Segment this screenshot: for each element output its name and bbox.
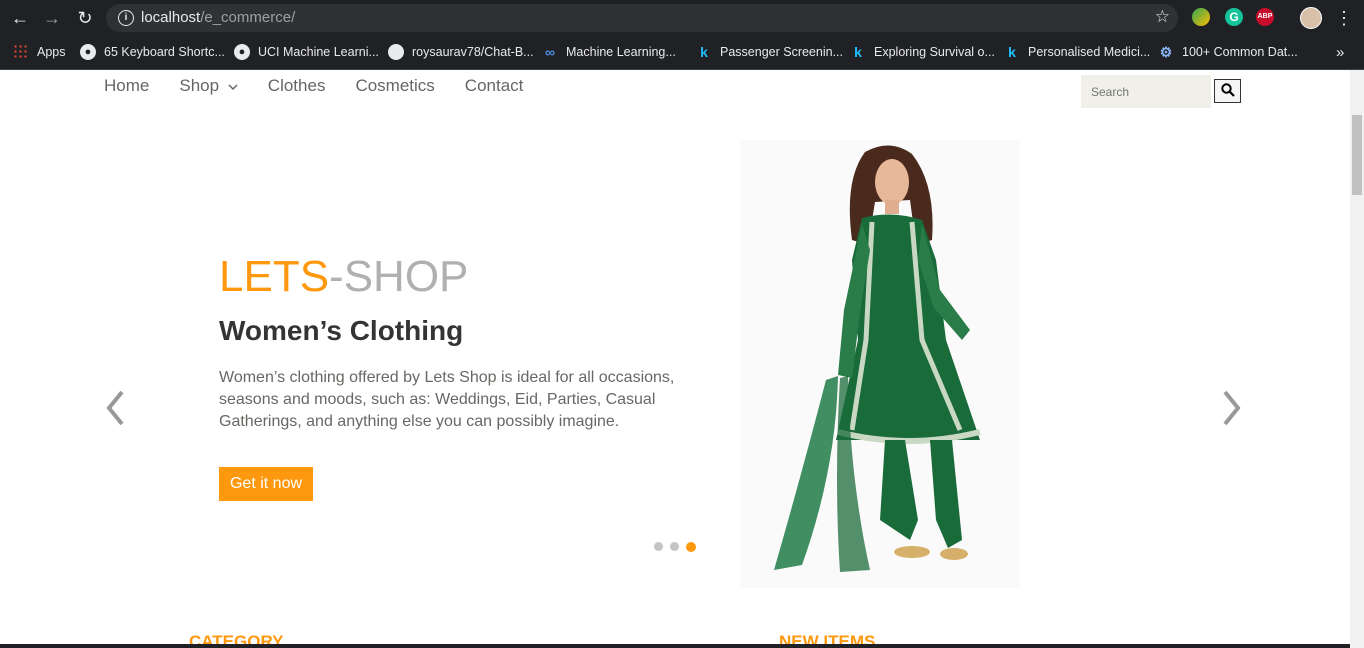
bookmark-label: Passenger Screenin... bbox=[720, 45, 843, 59]
profile-avatar[interactable] bbox=[1300, 7, 1322, 29]
url-text[interactable]: localhost/e_commerce/ bbox=[141, 9, 295, 26]
nav-home[interactable]: Home bbox=[104, 76, 149, 96]
url-path: /e_commerce/ bbox=[200, 9, 296, 26]
nav-clothes[interactable]: Clothes bbox=[268, 76, 326, 96]
forward-arrow-icon[interactable]: → bbox=[41, 7, 63, 29]
product-model-image bbox=[740, 140, 1020, 588]
kaggle-icon: k bbox=[854, 44, 862, 60]
browser-toolbar: ← → ↻ i localhost/e_commerce/ ☆ G ABP ⋮ bbox=[0, 0, 1364, 35]
github-icon bbox=[388, 44, 404, 60]
grammarly-icon[interactable]: G bbox=[1225, 8, 1243, 26]
slider-indicators bbox=[654, 541, 696, 552]
brand-part2: -SHOP bbox=[329, 252, 469, 301]
search-button[interactable] bbox=[1214, 79, 1241, 103]
kaggle-icon: k bbox=[1008, 44, 1016, 60]
address-bar[interactable]: i localhost/e_commerce/ ☆ bbox=[106, 4, 1178, 32]
slide-dot-active[interactable] bbox=[686, 541, 696, 552]
url-host: localhost bbox=[141, 9, 201, 26]
gear-icon: ⚙ bbox=[1159, 44, 1173, 60]
get-it-now-button[interactable]: Get it now bbox=[219, 467, 313, 501]
previous-slide-arrow-icon[interactable] bbox=[104, 388, 126, 428]
bookmark-item[interactable]: k Exploring Survival o... bbox=[850, 43, 995, 61]
bookmark-label: Exploring Survival o... bbox=[874, 45, 995, 59]
bookmark-star-icon[interactable]: ☆ bbox=[1155, 7, 1170, 27]
slider-description: Women’s clothing offered by Lets Shop is… bbox=[219, 369, 675, 430]
globe-icon: ● bbox=[80, 44, 96, 60]
infinity-icon: ∞ bbox=[545, 44, 555, 60]
taskbar-edge bbox=[0, 644, 1350, 648]
bookmark-label: UCI Machine Learni... bbox=[258, 45, 379, 59]
web-page: Home Shop Clothes Cosmetics Contact LETS… bbox=[0, 70, 1350, 648]
search-icon bbox=[1221, 82, 1235, 97]
slider-brand: LETS-SHOP bbox=[219, 252, 468, 302]
bookmark-item[interactable]: ∞ Machine Learning... bbox=[542, 43, 676, 61]
bookmark-item[interactable]: ● 65 Keyboard Shortc... bbox=[80, 43, 225, 61]
slider-heading: Women’s Clothing bbox=[219, 315, 464, 346]
apps-grid-icon bbox=[13, 44, 29, 60]
bookmark-item[interactable]: ● UCI Machine Learni... bbox=[234, 43, 379, 61]
slide-dot[interactable] bbox=[670, 542, 679, 551]
bookmark-label: Machine Learning... bbox=[566, 45, 676, 59]
extension-icon[interactable] bbox=[1192, 8, 1210, 26]
bookmarks-bar: Apps ● 65 Keyboard Shortc... ● UCI Machi… bbox=[0, 35, 1364, 70]
nav-shop-label: Shop bbox=[179, 76, 220, 95]
bookmark-label: 65 Keyboard Shortc... bbox=[104, 45, 225, 59]
slide-dot[interactable] bbox=[654, 542, 663, 551]
bookmark-label: Personalised Medici... bbox=[1028, 45, 1151, 59]
nav-shop[interactable]: Shop bbox=[179, 76, 238, 96]
nav-cosmetics[interactable]: Cosmetics bbox=[355, 76, 434, 96]
next-slide-arrow-icon[interactable] bbox=[1221, 388, 1243, 428]
bookmark-item[interactable]: ⚙ 100+ Common Dat... bbox=[1158, 43, 1298, 61]
adblock-plus-icon[interactable]: ABP bbox=[1256, 8, 1274, 26]
more-bookmarks-icon[interactable]: » bbox=[1336, 43, 1344, 61]
page-scrollbar[interactable] bbox=[1350, 70, 1364, 648]
bookmark-label: Apps bbox=[37, 45, 66, 59]
bookmark-label: roysaurav78/Chat-B... bbox=[412, 45, 534, 59]
main-nav: Home Shop Clothes Cosmetics Contact bbox=[104, 76, 523, 96]
bookmark-item[interactable]: k Passenger Screenin... bbox=[696, 43, 843, 61]
globe-icon: ● bbox=[234, 44, 250, 60]
search-input[interactable] bbox=[1081, 75, 1211, 108]
bookmark-label: 100+ Common Dat... bbox=[1182, 45, 1298, 59]
bookmark-item[interactable]: k Personalised Medici... bbox=[1004, 43, 1150, 61]
chevron-down-icon bbox=[228, 84, 238, 91]
kaggle-icon: k bbox=[700, 44, 708, 60]
back-arrow-icon[interactable]: ← bbox=[9, 7, 31, 29]
brand-part1: LETS bbox=[219, 252, 330, 301]
bookmark-apps[interactable]: Apps bbox=[13, 43, 66, 61]
nav-contact[interactable]: Contact bbox=[465, 76, 524, 96]
scrollbar-thumb[interactable] bbox=[1352, 115, 1362, 195]
bookmark-item[interactable]: roysaurav78/Chat-B... bbox=[388, 43, 534, 61]
reload-icon[interactable]: ↻ bbox=[74, 7, 96, 29]
browser-menu-icon[interactable]: ⋮ bbox=[1333, 7, 1355, 29]
site-info-icon[interactable]: i bbox=[118, 10, 134, 26]
